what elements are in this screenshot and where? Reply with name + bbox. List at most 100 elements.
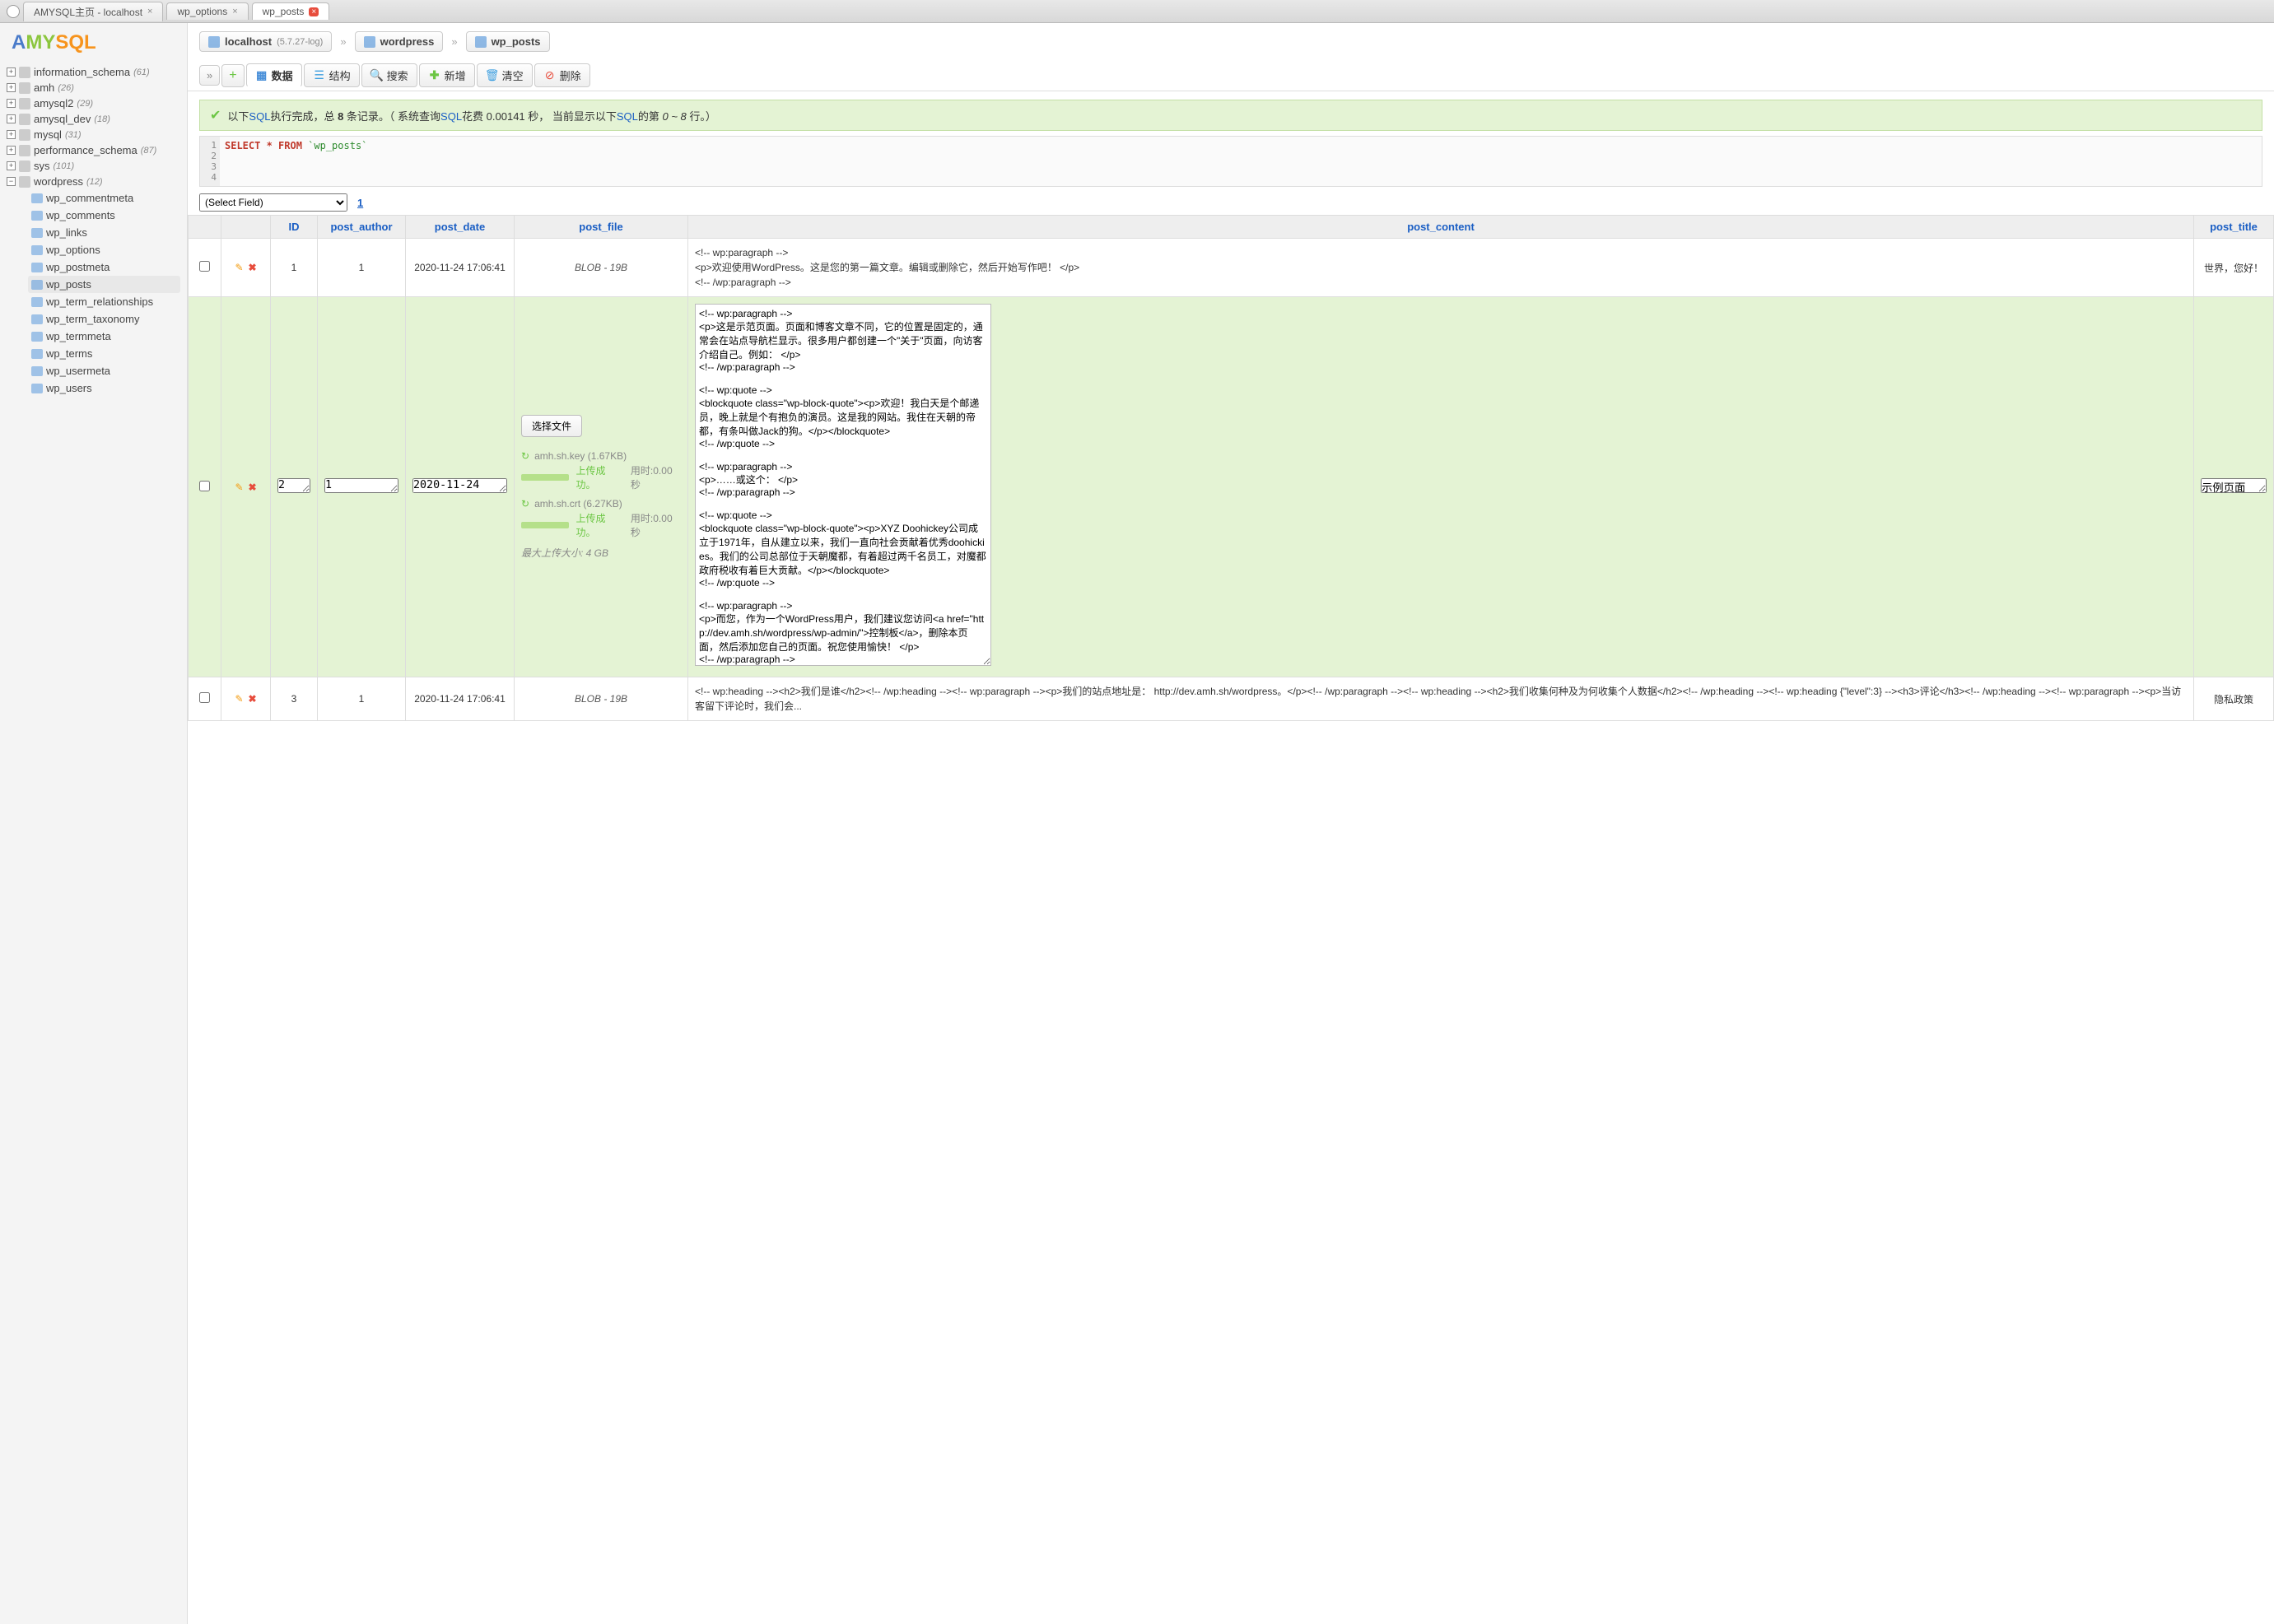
cell-author: 1 xyxy=(318,239,406,297)
table-name: wp_postmeta xyxy=(46,261,110,273)
col-ID[interactable]: ID xyxy=(271,216,318,239)
close-icon[interactable]: × xyxy=(232,7,237,16)
sql-link[interactable]: SQL xyxy=(617,110,638,123)
table-icon xyxy=(31,263,43,272)
db-item-wordpress[interactable]: −wordpress (12) xyxy=(7,174,180,189)
sql-code: SELECT * FROM `wp_posts` xyxy=(220,137,2262,186)
db-item-information_schema[interactable]: +information_schema (61) xyxy=(7,64,180,80)
edit-icon[interactable]: ✎ xyxy=(235,693,243,705)
table-item-wp_term_relationships[interactable]: wp_term_relationships xyxy=(28,293,180,310)
col-post_title[interactable]: post_title xyxy=(2193,216,2273,239)
author-input[interactable]: 1 xyxy=(324,478,398,493)
choose-file-button[interactable]: 选择文件 xyxy=(521,415,582,437)
row-checkbox[interactable] xyxy=(199,692,210,703)
table-row: ✎✖312020-11-24 17:06:41BLOB - 19B<!-- wp… xyxy=(189,677,2274,721)
tab-wp-posts[interactable]: wp_posts × xyxy=(252,2,330,20)
table-item-wp_terms[interactable]: wp_terms xyxy=(28,345,180,362)
tab-data[interactable]: ▦数据 xyxy=(246,63,302,87)
line-gutter: 1234 xyxy=(200,137,220,186)
toolbar-more[interactable]: » xyxy=(199,65,220,86)
table-item-wp_links[interactable]: wp_links xyxy=(28,224,180,241)
db-item-sys[interactable]: +sys (101) xyxy=(7,158,180,174)
db-count: (26) xyxy=(58,83,74,93)
tab-wp-options[interactable]: wp_options × xyxy=(166,2,248,20)
table-name: wp_commentmeta xyxy=(46,192,133,204)
expand-icon[interactable]: + xyxy=(7,146,16,155)
row-checkbox[interactable] xyxy=(199,261,210,272)
content-textarea[interactable]: <!-- wp:paragraph --> <p>这是示范页面。页面和博客文章不… xyxy=(695,304,991,666)
delete-icon[interactable]: ✖ xyxy=(249,693,257,705)
cell-date: 2020-11-24 17:06:41 xyxy=(406,239,515,297)
db-item-amysql2[interactable]: +amysql2 (29) xyxy=(7,95,180,111)
db-count: (101) xyxy=(54,161,75,171)
breadcrumb-db[interactable]: wordpress xyxy=(355,31,444,52)
sql-editor[interactable]: 1234 SELECT * FROM `wp_posts` xyxy=(199,136,2262,187)
tab-label: AMYSQL主页 - localhost xyxy=(34,5,142,19)
title-input[interactable]: 示例页面 xyxy=(2201,478,2267,493)
db-count: (12) xyxy=(86,177,103,187)
col-post_content[interactable]: post_content xyxy=(688,216,2194,239)
col-post_date[interactable]: post_date xyxy=(406,216,515,239)
edit-icon[interactable]: ✎ xyxy=(235,482,243,493)
db-count: (87) xyxy=(141,146,157,156)
db-item-mysql[interactable]: +mysql (31) xyxy=(7,127,180,142)
check-icon: ✔ xyxy=(210,107,221,123)
expand-icon[interactable]: + xyxy=(7,130,16,139)
db-item-performance_schema[interactable]: +performance_schema (87) xyxy=(7,142,180,158)
toolbar-plus[interactable]: + xyxy=(221,64,244,87)
row-checkbox[interactable] xyxy=(199,481,210,491)
table-item-wp_commentmeta[interactable]: wp_commentmeta xyxy=(28,189,180,207)
table-item-wp_termmeta[interactable]: wp_termmeta xyxy=(28,328,180,345)
db-name: mysql xyxy=(34,128,62,141)
table-item-wp_comments[interactable]: wp_comments xyxy=(28,207,180,224)
table-item-wp_postmeta[interactable]: wp_postmeta xyxy=(28,258,180,276)
table-item-wp_users[interactable]: wp_users xyxy=(28,379,180,397)
field-select[interactable]: (Select Field) xyxy=(199,193,347,212)
database-icon xyxy=(19,129,30,141)
upload-time: 用时:0.00秒 xyxy=(631,511,681,539)
id-input[interactable]: 2 xyxy=(277,478,310,493)
tab-delete[interactable]: ⊘删除 xyxy=(534,63,590,87)
db-item-amysql_dev[interactable]: +amysql_dev (18) xyxy=(7,111,180,127)
db-name: amysql_dev xyxy=(34,113,91,125)
refresh-icon[interactable]: ↻ xyxy=(521,450,529,462)
date-input[interactable]: 2020-11-24 17:06:41 xyxy=(412,478,507,493)
breadcrumb-host[interactable]: localhost (5.7.27-log) xyxy=(199,31,332,52)
table-item-wp_term_taxonomy[interactable]: wp_term_taxonomy xyxy=(28,310,180,328)
tab-add[interactable]: ✚新增 xyxy=(419,63,475,87)
expand-icon[interactable]: − xyxy=(7,177,16,186)
tab-home[interactable]: AMYSQL主页 - localhost × xyxy=(23,2,163,21)
table-item-wp_options[interactable]: wp_options xyxy=(28,241,180,258)
expand-icon[interactable]: + xyxy=(7,83,16,92)
tab-clear[interactable]: 🗑清空 xyxy=(477,63,533,87)
server-icon xyxy=(208,36,220,48)
expand-icon[interactable]: + xyxy=(7,99,16,108)
delete-icon[interactable]: ✖ xyxy=(249,262,257,273)
tab-struct[interactable]: ☰结构 xyxy=(304,63,360,87)
window-menu-icon[interactable] xyxy=(7,5,20,18)
tab-search[interactable]: 🔍搜索 xyxy=(361,63,417,87)
page-number[interactable]: 1 xyxy=(357,197,363,209)
max-upload-size: 最大上传大小: 4 GB xyxy=(521,546,681,560)
cell-title: 隐私政策 xyxy=(2193,677,2273,721)
table-name: wp_usermeta xyxy=(46,365,110,377)
edit-icon[interactable]: ✎ xyxy=(235,262,243,273)
expand-icon[interactable]: + xyxy=(7,114,16,123)
col-action-0 xyxy=(189,216,221,239)
expand-icon[interactable]: + xyxy=(7,67,16,77)
close-icon[interactable]: × xyxy=(309,7,319,16)
sql-link[interactable]: SQL xyxy=(249,110,270,123)
table-item-wp_usermeta[interactable]: wp_usermeta xyxy=(28,362,180,379)
close-icon[interactable]: × xyxy=(147,7,152,16)
table-name: wp_comments xyxy=(46,209,115,221)
sql-link[interactable]: SQL xyxy=(440,110,462,123)
db-item-amh[interactable]: +amh (26) xyxy=(7,80,180,95)
refresh-icon[interactable]: ↻ xyxy=(521,498,529,510)
breadcrumb-table[interactable]: wp_posts xyxy=(466,31,550,52)
delete-icon[interactable]: ✖ xyxy=(249,482,257,493)
table-item-wp_posts[interactable]: wp_posts xyxy=(28,276,180,293)
expand-icon[interactable]: + xyxy=(7,161,16,170)
cell-id: 3 xyxy=(271,677,318,721)
col-post_file[interactable]: post_file xyxy=(515,216,688,239)
col-post_author[interactable]: post_author xyxy=(318,216,406,239)
